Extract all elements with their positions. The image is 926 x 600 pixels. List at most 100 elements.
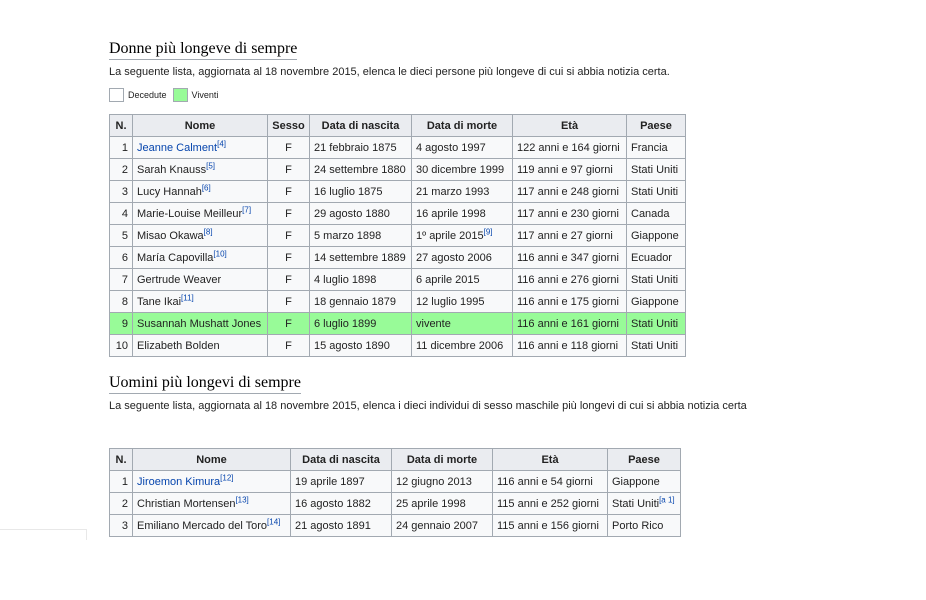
country-name: Giappone	[612, 475, 660, 488]
reference-link[interactable]: [9]	[484, 227, 493, 236]
table-row: 3 Emiliano Mercado del Toro[14] 21 agosto …	[109, 514, 681, 537]
death-date: 27 agosto 2006	[416, 251, 492, 264]
col-header-birth[interactable]: Data di nascita	[290, 448, 392, 471]
country-cell: Francia	[626, 136, 686, 159]
reference-link[interactable]: [12]	[220, 473, 233, 482]
reference-link[interactable]: [5]	[206, 161, 215, 170]
sex-cell: F	[267, 246, 310, 269]
page-edge-fragment	[0, 529, 87, 540]
death-date-cell: 12 luglio 1995	[411, 290, 513, 313]
birth-date-cell: 19 aprile 1897	[290, 470, 392, 493]
col-header-age[interactable]: Età	[512, 114, 627, 137]
reference-link[interactable]: [10]	[213, 249, 226, 258]
age-cell: 117 anni e 230 giorni	[512, 202, 627, 225]
reference-link[interactable]: [11]	[181, 293, 194, 302]
name-cell: Jeanne Calment[4]	[132, 136, 268, 159]
country-cell: Giappone	[607, 470, 681, 493]
legend-swatch-deceased	[109, 88, 124, 102]
birth-date-cell: 4 luglio 1898	[309, 268, 412, 291]
name-cell: Gertrude Weaver	[132, 268, 268, 291]
country-cell: Canada	[626, 202, 686, 225]
country-cell: Ecuador	[626, 246, 686, 269]
reference-link[interactable]: [4]	[217, 139, 226, 148]
women-table: N. Nome Sesso Data di nascita Data di mo…	[109, 114, 686, 357]
birth-date-cell: 14 settembre 1889	[309, 246, 412, 269]
col-header-country[interactable]: Paese	[607, 448, 681, 471]
age-cell: 117 anni e 27 giorni	[512, 224, 627, 247]
death-date-cell: 12 giugno 2013	[391, 470, 493, 493]
country-cell: Stati Uniti[a 1]	[607, 492, 681, 515]
birth-date-cell: 29 agosto 1880	[309, 202, 412, 225]
col-header-n[interactable]: N.	[109, 114, 133, 137]
col-header-death[interactable]: Data di morte	[391, 448, 493, 471]
rank-cell: 8	[109, 290, 133, 313]
col-header-name[interactable]: Nome	[132, 448, 291, 471]
col-header-age[interactable]: Età	[492, 448, 608, 471]
death-date-cell: 11 dicembre 2006	[411, 334, 513, 357]
birth-date-cell: 24 settembre 1880	[309, 158, 412, 181]
rank-cell: 2	[109, 158, 133, 181]
col-header-death[interactable]: Data di morte	[411, 114, 513, 137]
age-cell: 117 anni e 248 giorni	[512, 180, 627, 203]
col-header-birth[interactable]: Data di nascita	[309, 114, 412, 137]
men-intro: La seguente lista, aggiornata al 18 nove…	[109, 400, 747, 412]
death-date-cell: 21 marzo 1993	[411, 180, 513, 203]
country-name: Porto Rico	[612, 519, 664, 532]
legend-swatch-living	[172, 88, 188, 102]
country-name: Stati Uniti	[612, 497, 660, 510]
rank-cell: 3	[109, 180, 133, 203]
women-intro: La seguente lista, aggiornata al 18 nove…	[109, 66, 670, 78]
death-date: 21 marzo 1993	[416, 185, 490, 198]
death-date: 6 aprile 2015	[416, 273, 480, 286]
death-date-cell: vivente	[411, 312, 513, 335]
reference-link[interactable]: [7]	[242, 205, 251, 214]
col-header-sex[interactable]: Sesso	[267, 114, 310, 137]
age-cell: 122 anni e 164 giorni	[512, 136, 627, 159]
rank-cell: 1	[109, 470, 133, 493]
table-row: 9 Susannah Mushatt Jones F 6 luglio 1899 viv…	[109, 312, 686, 335]
country-cell: Porto Rico	[607, 514, 681, 537]
sex-cell: F	[267, 202, 310, 225]
person-name[interactable]: Jiroemon Kimura	[137, 476, 220, 488]
age-cell: 116 anni e 118 giorni	[512, 334, 627, 357]
person-name: Susannah Mushatt Jones	[137, 317, 262, 330]
country-cell: Stati Uniti	[626, 158, 686, 181]
article-page: Donne più longeve di sempre La seguente …	[0, 0, 926, 600]
rank-cell: 9	[109, 312, 133, 335]
col-header-name[interactable]: Nome	[132, 114, 268, 137]
legend-label-living: Viventi	[191, 90, 219, 100]
note-link[interactable]: [a 1]	[659, 495, 675, 504]
table-row: 7 Gertrude Weaver F 4 luglio 1898 6 aprile 2…	[109, 268, 686, 291]
age-cell: 116 anni e 54 giorni	[492, 470, 608, 493]
reference-link[interactable]: [13]	[235, 495, 248, 504]
birth-date-cell: 5 marzo 1898	[309, 224, 412, 247]
birth-date-cell: 18 gennaio 1879	[309, 290, 412, 313]
table-row: 10 Elizabeth Bolden F 15 agosto 1890 11 dice…	[109, 334, 686, 357]
sex-cell: F	[267, 224, 310, 247]
person-name: Misao Okawa	[137, 229, 204, 242]
person-name: Marie-Louise Meilleur	[137, 207, 243, 220]
table-row: 3 Lucy Hannah[6] F 16 luglio 1875 21 marzo 1…	[109, 180, 686, 203]
reference-link[interactable]: [8]	[204, 227, 213, 236]
sex-cell: F	[267, 136, 310, 159]
men-table-viewport: N. Nome Data di nascita Data di morte Et…	[105, 440, 705, 538]
reference-link[interactable]: [6]	[202, 183, 211, 192]
table-row: 5 Misao Okawa[8] F 5 marzo 1898 1º aprile 20…	[109, 224, 686, 247]
col-header-country[interactable]: Paese	[626, 114, 686, 137]
age-cell: 116 anni e 347 giorni	[512, 246, 627, 269]
death-date: vivente	[416, 317, 451, 330]
age-cell: 116 anni e 276 giorni	[512, 268, 627, 291]
rank-cell: 3	[109, 514, 133, 537]
death-date-cell: 1º aprile 2015[9]	[411, 224, 513, 247]
birth-date-cell: 6 luglio 1899	[309, 312, 412, 335]
name-cell: María Capovilla[10]	[132, 246, 268, 269]
birth-date-cell: 21 agosto 1891	[290, 514, 392, 537]
legend-label-deceased: Decedute	[128, 90, 167, 100]
reference-link[interactable]: [14]	[267, 517, 280, 526]
col-header-n[interactable]: N.	[109, 448, 133, 471]
person-name[interactable]: Jeanne Calment	[137, 142, 217, 154]
country-cell: Giappone	[626, 224, 686, 247]
sex-cell: F	[267, 312, 310, 335]
name-cell: Elizabeth Bolden	[132, 334, 268, 357]
age-cell: 116 anni e 175 giorni	[512, 290, 627, 313]
